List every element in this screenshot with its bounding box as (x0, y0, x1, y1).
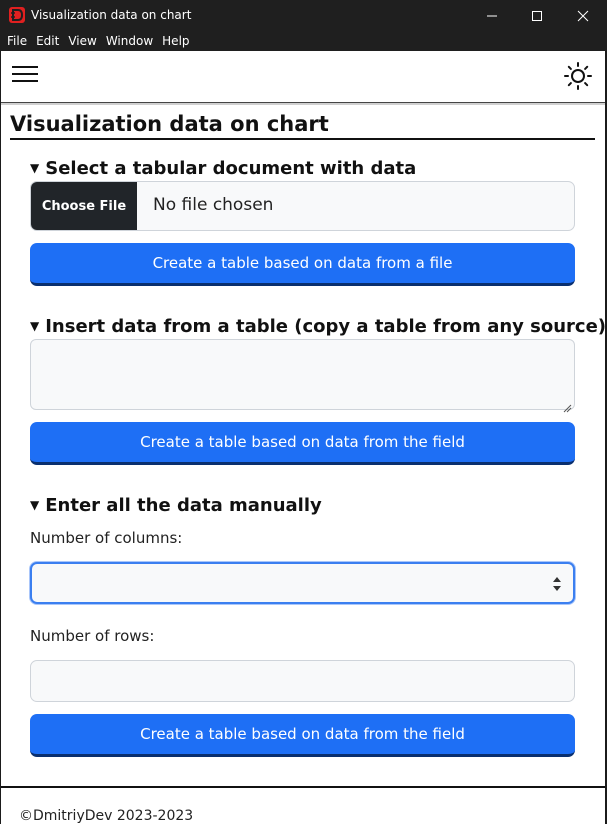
section-file-title: Select a tabular document with data (45, 158, 417, 179)
window-title: Visualization data on chart (31, 8, 192, 22)
app-content: Visualization data on chart ▼ Select a ta… (0, 51, 607, 824)
rows-input[interactable] (30, 660, 575, 702)
columns-input[interactable] (30, 562, 575, 604)
columns-label: Number of columns: (30, 529, 183, 547)
triangle-down-icon: ▼ (30, 161, 40, 175)
section-file-header[interactable]: ▼ Select a tabular document with data (30, 157, 416, 180)
menu-file[interactable]: File (7, 34, 27, 48)
file-status-text: No file chosen (153, 195, 274, 215)
section-paste-header[interactable]: ▼ Insert data from a table (copy a table … (30, 315, 606, 338)
page-title: Visualization data on chart (10, 111, 595, 140)
triangle-down-icon: ▼ (30, 498, 40, 512)
window-titlebar: Visualization data on chart (0, 0, 607, 31)
footer-divider (1, 786, 605, 788)
section-manual-title: Enter all the data manually (45, 495, 322, 516)
sun-icon[interactable] (563, 61, 593, 91)
section-manual-header[interactable]: ▼ Enter all the data manually (30, 494, 322, 517)
menu-help[interactable]: Help (162, 34, 189, 48)
maximize-button[interactable] (514, 0, 560, 31)
create-table-from-field-button[interactable]: Create a table based on data from the fi… (30, 422, 575, 465)
resize-grip-icon[interactable] (563, 398, 572, 413)
close-button[interactable] (560, 0, 606, 31)
app-logo-icon (9, 7, 25, 23)
triangle-down-icon: ▼ (30, 319, 40, 333)
menu-edit[interactable]: Edit (36, 34, 59, 48)
choose-file-button[interactable]: Choose File (31, 182, 137, 230)
hamburger-icon[interactable] (12, 66, 38, 86)
spinner-arrows-icon[interactable] (552, 575, 562, 593)
menu-bar: File Edit View Window Help (0, 31, 607, 51)
create-table-manual-button[interactable]: Create a table based on data from the fi… (30, 714, 575, 757)
menu-window[interactable]: Window (106, 34, 153, 48)
create-table-from-file-button[interactable]: Create a table based on data from a file (30, 243, 575, 286)
menu-view[interactable]: View (68, 34, 96, 48)
navbar (1, 51, 605, 103)
paste-data-textarea[interactable] (30, 339, 575, 413)
rows-label: Number of rows: (30, 627, 155, 645)
section-paste-title: Insert data from a table (copy a table f… (45, 316, 607, 337)
footer-copyright: ©DmitriyDev 2023-2023 (19, 808, 194, 824)
minimize-button[interactable] (469, 0, 515, 31)
file-input[interactable]: Choose File No file chosen (30, 181, 575, 231)
